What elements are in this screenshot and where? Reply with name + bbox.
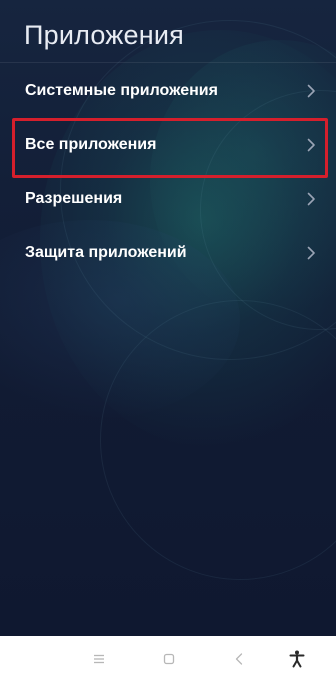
background-arc (100, 300, 336, 580)
chevron-right-icon (307, 192, 315, 206)
home-button[interactable] (154, 646, 184, 672)
back-button[interactable] (224, 646, 254, 672)
menu-item-app-protection[interactable]: Защита приложений (0, 226, 336, 280)
menu-item-label: Все приложения (25, 136, 157, 153)
accessibility-icon (289, 650, 305, 668)
system-navigation-bar (0, 636, 336, 682)
menu-item-system-apps[interactable]: Системные приложения (0, 64, 336, 118)
header-divider (0, 62, 336, 63)
menu-item-label: Защита приложений (25, 244, 187, 261)
home-icon (163, 653, 175, 665)
back-icon (235, 653, 243, 665)
app-screen: Приложения Системные приложения Все прил… (0, 0, 336, 636)
menu-item-label: Системные приложения (25, 82, 218, 99)
chevron-right-icon (307, 246, 315, 260)
menu-item-all-apps[interactable]: Все приложения (0, 118, 336, 172)
menu-item-permissions[interactable]: Разрешения (0, 172, 336, 226)
page-title: Приложения (24, 20, 184, 50)
menu-icon (94, 654, 104, 664)
chevron-right-icon (307, 84, 315, 98)
accessibility-button[interactable] (282, 646, 312, 672)
recent-apps-button[interactable] (84, 646, 114, 672)
chevron-right-icon (307, 138, 315, 152)
menu-item-label: Разрешения (25, 190, 123, 207)
